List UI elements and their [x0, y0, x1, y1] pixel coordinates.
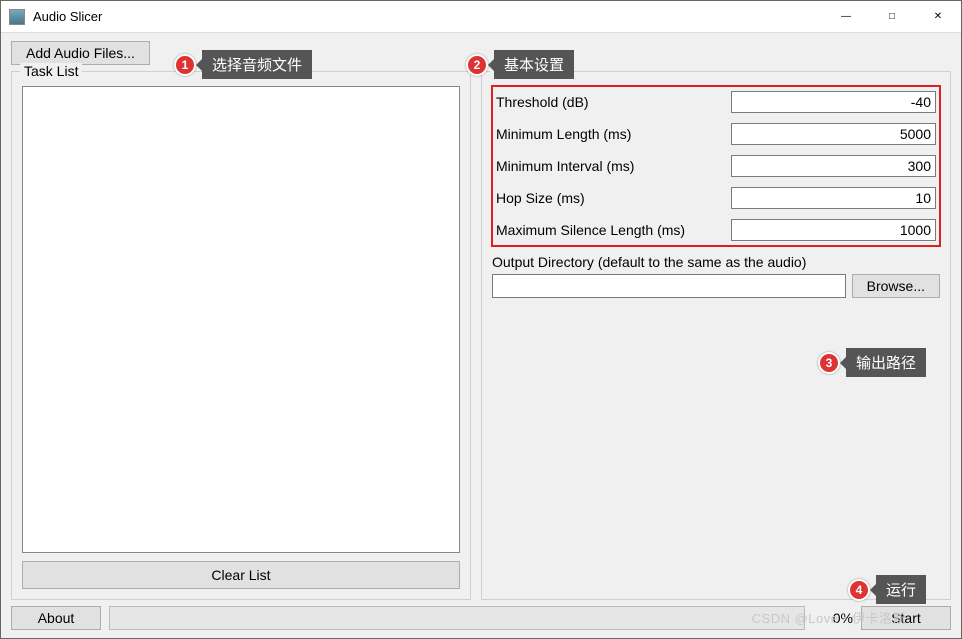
hop-size-input[interactable]	[731, 187, 936, 209]
bottom-row: About 0% Start	[11, 606, 951, 630]
settings-table: Threshold (dB) Minimum Length (ms) Minim…	[492, 86, 940, 246]
output-dir-label: Output Directory (default to the same as…	[492, 254, 940, 270]
annotation-4-text: 运行	[876, 575, 926, 604]
content-area: Add Audio Files... Task List Clear List …	[1, 33, 961, 638]
hop-size-label: Hop Size (ms)	[492, 182, 727, 214]
annotation-4-number: 4	[848, 579, 870, 601]
window-title: Audio Slicer	[33, 9, 823, 24]
close-button[interactable]: ✕	[915, 1, 961, 32]
threshold-row: Threshold (dB)	[492, 86, 940, 118]
progress-bar	[109, 606, 805, 630]
progress-percent: 0%	[813, 610, 853, 626]
threshold-input[interactable]	[731, 91, 936, 113]
output-row: Output Directory (default to the same as…	[492, 254, 940, 298]
maximize-button[interactable]: □	[869, 1, 915, 32]
min-length-label: Minimum Length (ms)	[492, 118, 727, 150]
max-silence-input[interactable]	[731, 219, 936, 241]
threshold-label: Threshold (dB)	[492, 86, 727, 118]
task-list-label: Task List	[20, 63, 82, 79]
annotation-2-number: 2	[466, 54, 488, 76]
app-icon	[9, 9, 25, 25]
output-dir-input[interactable]	[492, 274, 846, 298]
settings-group: Settings Threshold (dB) Minimum Length (…	[481, 71, 951, 600]
about-button[interactable]: About	[11, 606, 101, 630]
annotation-4: 4 运行	[848, 575, 926, 604]
task-list-box[interactable]	[22, 86, 460, 553]
annotation-3: 3 输出路径	[818, 348, 926, 377]
add-audio-files-button[interactable]: Add Audio Files...	[11, 41, 150, 65]
max-silence-label: Maximum Silence Length (ms)	[492, 214, 727, 246]
app-window: Audio Slicer — □ ✕ Add Audio Files... Ta…	[0, 0, 962, 639]
min-interval-row: Minimum Interval (ms)	[492, 150, 940, 182]
task-list-group: Task List Clear List	[11, 71, 471, 600]
main-columns: Task List Clear List Settings Threshold …	[11, 71, 951, 600]
minimize-button[interactable]: —	[823, 1, 869, 32]
output-controls: Browse...	[492, 274, 940, 298]
min-interval-input[interactable]	[731, 155, 936, 177]
annotation-2: 2 基本设置	[466, 50, 574, 79]
min-interval-label: Minimum Interval (ms)	[492, 150, 727, 182]
start-button[interactable]: Start	[861, 606, 951, 630]
annotation-2-text: 基本设置	[494, 50, 574, 79]
annotation-1: 1 选择音频文件	[174, 50, 312, 79]
annotation-3-text: 输出路径	[846, 348, 926, 377]
max-silence-row: Maximum Silence Length (ms)	[492, 214, 940, 246]
clear-list-button[interactable]: Clear List	[22, 561, 460, 589]
browse-button[interactable]: Browse...	[852, 274, 940, 298]
titlebar: Audio Slicer — □ ✕	[1, 1, 961, 33]
hop-size-row: Hop Size (ms)	[492, 182, 940, 214]
min-length-row: Minimum Length (ms)	[492, 118, 940, 150]
annotation-1-text: 选择音频文件	[202, 50, 312, 79]
min-length-input[interactable]	[731, 123, 936, 145]
annotation-3-number: 3	[818, 352, 840, 374]
annotation-1-number: 1	[174, 54, 196, 76]
